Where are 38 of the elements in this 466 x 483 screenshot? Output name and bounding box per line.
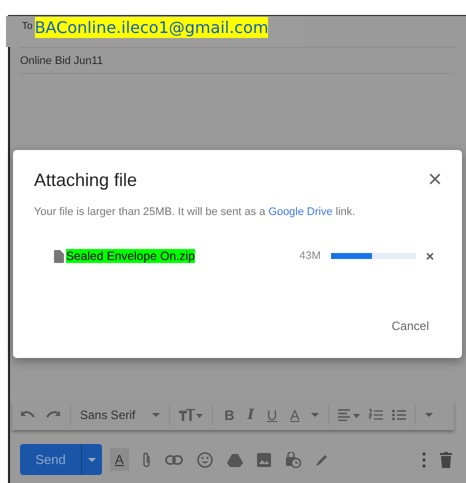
formatting-options-button[interactable]: A — [110, 448, 129, 471]
more-options-icon[interactable] — [422, 452, 426, 468]
lock-clock-icon[interactable] — [284, 452, 301, 468]
caret-icon[interactable] — [152, 413, 160, 417]
file-size: 43M — [299, 250, 321, 262]
text-color-button[interactable]: A — [288, 407, 302, 423]
subject-field[interactable]: Online Bid Jun11 — [20, 47, 456, 74]
text-size-icon[interactable] — [179, 409, 204, 421]
recipient-address[interactable]: BAConline.ileco1@gmail.com — [34, 17, 268, 38]
send-button[interactable]: Send — [20, 444, 81, 475]
paperclip-icon[interactable] — [142, 452, 151, 468]
close-button[interactable]: × — [428, 168, 442, 192]
caret-icon[interactable] — [424, 413, 433, 417]
to-label: To — [22, 21, 33, 32]
caret-icon — [88, 458, 96, 462]
send-options-button[interactable] — [81, 444, 102, 475]
underline-button[interactable]: U — [265, 407, 280, 423]
numbered-list-icon[interactable] — [368, 409, 383, 421]
caret-icon[interactable] — [310, 413, 319, 417]
file-icon — [54, 250, 64, 262]
file-name: Sealed Envelope On.zip — [66, 249, 195, 263]
image-icon[interactable] — [256, 452, 271, 466]
font-dropdown[interactable]: Sans Serif — [80, 408, 136, 422]
dialog-title: Attaching file — [34, 170, 138, 190]
pen-icon[interactable] — [314, 452, 329, 466]
remove-file-button[interactable]: × — [426, 248, 434, 264]
emoji-icon[interactable] — [196, 452, 213, 468]
cancel-button[interactable]: Cancel — [392, 319, 429, 333]
bold-button[interactable]: B — [222, 407, 236, 423]
link-icon[interactable] — [164, 454, 183, 464]
align-icon[interactable] — [338, 409, 360, 421]
redo-icon[interactable] — [45, 410, 61, 420]
trash-icon[interactable] — [440, 452, 452, 468]
italic-button[interactable]: I — [245, 407, 256, 423]
undo-icon[interactable] — [20, 410, 36, 420]
bulleted-list-icon[interactable] — [392, 409, 406, 421]
dialog-message: Your file is larger than 25MB. It will be sent as a Google Drive link. — [34, 206, 356, 218]
google-drive-link[interactable]: Google Drive — [268, 206, 333, 218]
